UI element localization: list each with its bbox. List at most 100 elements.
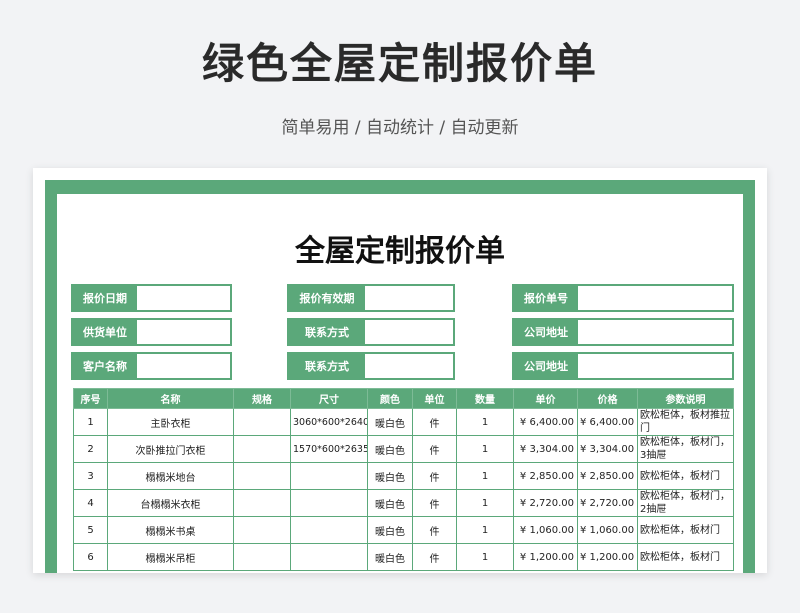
field-value[interactable] [365,286,453,310]
cell-unit[interactable]: 件 [412,435,457,463]
field-value[interactable] [365,354,453,378]
cell-no[interactable]: 3 [73,462,108,490]
column-header: 参数说明 [637,388,734,409]
cell-desc[interactable]: 欧松柜体，板材门，2抽屉 [637,489,734,517]
quote-sheet: 全屋定制报价单 报价日期 报价有效期 报价单号 供货单位 联系方式 公司地址 客… [33,168,767,573]
sheet-title: 全屋定制报价单 [295,234,505,269]
column-header: 规格 [233,388,291,409]
cell-total[interactable]: ¥ 2,850.00 [577,462,638,490]
cell-color[interactable]: 暖白色 [367,435,413,463]
cell-qty[interactable]: 1 [456,516,514,544]
cell-name[interactable]: 台榻榻米衣柜 [107,489,234,517]
cell-total[interactable]: ¥ 6,400.00 [577,408,638,436]
cell-qty[interactable]: 1 [456,489,514,517]
cell-spec[interactable] [233,435,291,463]
field-customer-name[interactable]: 客户名称 [71,352,232,380]
column-header: 单价 [513,388,578,409]
cell-total[interactable]: ¥ 2,720.00 [577,489,638,517]
cell-name[interactable]: 榻榻米地台 [107,462,234,490]
cell-name[interactable]: 榻榻米书桌 [107,516,234,544]
field-value[interactable] [578,320,732,344]
cell-desc[interactable]: 欧松柜体，板材门 [637,543,734,571]
sheet-frame: 全屋定制报价单 报价日期 报价有效期 报价单号 供货单位 联系方式 公司地址 客… [45,180,755,573]
cell-spec[interactable] [233,489,291,517]
cell-color[interactable]: 暖白色 [367,543,413,571]
cell-no[interactable]: 6 [73,543,108,571]
field-value[interactable] [137,354,230,378]
field-customer-contact[interactable]: 联系方式 [287,352,455,380]
cell-spec[interactable] [233,462,291,490]
field-label: 报价日期 [73,286,137,310]
cell-qty[interactable]: 1 [456,435,514,463]
cell-desc[interactable]: 欧松柜体，板材门 [637,516,734,544]
cell-total[interactable]: ¥ 1,060.00 [577,516,638,544]
cell-no[interactable]: 1 [73,408,108,436]
cell-color[interactable]: 暖白色 [367,408,413,436]
field-label: 联系方式 [289,320,365,344]
field-value[interactable] [137,286,230,310]
field-customer-address[interactable]: 公司地址 [512,352,734,380]
field-value[interactable] [137,320,230,344]
field-value[interactable] [578,286,732,310]
cell-name[interactable]: 次卧推拉门衣柜 [107,435,234,463]
cell-size[interactable] [290,543,368,571]
field-company-address[interactable]: 公司地址 [512,318,734,346]
cell-price[interactable]: ¥ 1,060.00 [513,516,578,544]
field-value[interactable] [578,354,732,378]
cell-size[interactable]: 3060*600*2640 [290,408,368,436]
field-label: 报价单号 [514,286,578,310]
cell-no[interactable]: 5 [73,516,108,544]
field-supplier[interactable]: 供货单位 [71,318,232,346]
cell-qty[interactable]: 1 [456,462,514,490]
field-quote-number[interactable]: 报价单号 [512,284,734,312]
cell-name[interactable]: 主卧衣柜 [107,408,234,436]
cell-price[interactable]: ¥ 3,304.00 [513,435,578,463]
cell-name[interactable]: 榻榻米吊柜 [107,543,234,571]
cell-total[interactable]: ¥ 3,304.00 [577,435,638,463]
cell-unit[interactable]: 件 [412,408,457,436]
cell-unit[interactable]: 件 [412,516,457,544]
cell-size[interactable] [290,462,368,490]
cell-desc[interactable]: 欧松柜体，板材门，3抽屉 [637,435,734,463]
cell-no[interactable]: 4 [73,489,108,517]
column-header: 颜色 [367,388,413,409]
cell-qty[interactable]: 1 [456,408,514,436]
cell-price[interactable]: ¥ 1,200.00 [513,543,578,571]
table-row: 6 榻榻米吊柜 暖白色 件 1 ¥ 1,200.00 ¥ 1,200.00 欧松… [73,543,734,571]
cell-unit[interactable]: 件 [412,543,457,571]
quote-table: 序号 名称 规格 尺寸 颜色 单位 数量 单价 价格 参数说明 1 主卧衣柜 3… [73,388,734,571]
cell-qty[interactable]: 1 [456,543,514,571]
cell-color[interactable]: 暖白色 [367,489,413,517]
cell-price[interactable]: ¥ 6,400.00 [513,408,578,436]
column-header: 数量 [456,388,514,409]
cell-color[interactable]: 暖白色 [367,516,413,544]
field-quote-date[interactable]: 报价日期 [71,284,232,312]
cell-color[interactable]: 暖白色 [367,462,413,490]
cell-size[interactable] [290,516,368,544]
cell-price[interactable]: ¥ 2,720.00 [513,489,578,517]
field-validity[interactable]: 报价有效期 [287,284,455,312]
cell-desc[interactable]: 欧松柜体，板材推拉门 [637,408,734,436]
cell-unit[interactable]: 件 [412,489,457,517]
cell-total[interactable]: ¥ 1,200.00 [577,543,638,571]
field-value[interactable] [365,320,453,344]
cell-size[interactable] [290,489,368,517]
table-row: 5 榻榻米书桌 暖白色 件 1 ¥ 1,060.00 ¥ 1,060.00 欧松… [73,516,734,544]
field-label: 公司地址 [514,320,578,344]
cell-price[interactable]: ¥ 2,850.00 [513,462,578,490]
table-header-row: 序号 名称 规格 尺寸 颜色 单位 数量 单价 价格 参数说明 [73,388,734,409]
field-label: 公司地址 [514,354,578,378]
cell-spec[interactable] [233,408,291,436]
cell-unit[interactable]: 件 [412,462,457,490]
cell-spec[interactable] [233,516,291,544]
field-label: 联系方式 [289,354,365,378]
cell-no[interactable]: 2 [73,435,108,463]
cell-size[interactable]: 1570*600*2635 [290,435,368,463]
page-subtitle: 简单易用 / 自动统计 / 自动更新 [281,118,519,138]
column-header: 尺寸 [290,388,368,409]
field-label: 供货单位 [73,320,137,344]
cell-desc[interactable]: 欧松柜体，板材门 [637,462,734,490]
cell-spec[interactable] [233,543,291,571]
table-row: 2 次卧推拉门衣柜 1570*600*2635 暖白色 件 1 ¥ 3,304.… [73,435,734,463]
field-contact[interactable]: 联系方式 [287,318,455,346]
